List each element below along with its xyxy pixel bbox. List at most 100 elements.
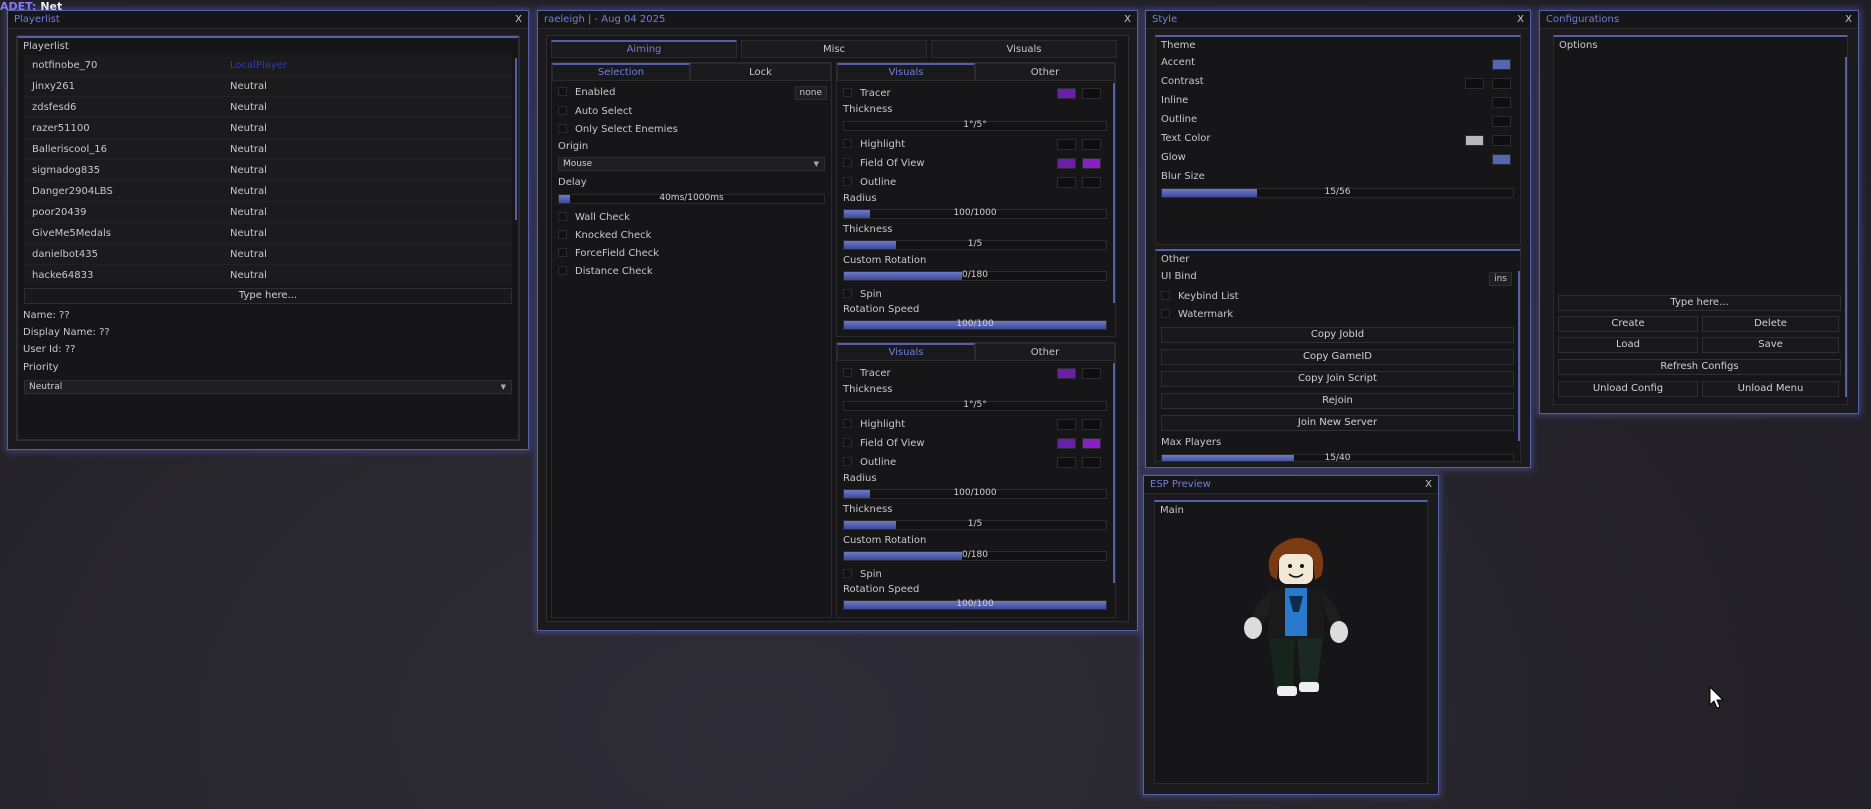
radius-slider[interactable]: 100/1000 bbox=[843, 208, 1107, 219]
accent-color-swatch[interactable] bbox=[1492, 59, 1511, 70]
outline-toggle[interactable]: Outline bbox=[843, 455, 896, 471]
checkbox[interactable] bbox=[1161, 290, 1170, 300]
fov-color-swatch[interactable] bbox=[1057, 158, 1076, 169]
rotation-slider[interactable]: 0/180 bbox=[843, 270, 1107, 281]
checkbox[interactable] bbox=[843, 288, 852, 298]
radius-slider[interactable]: 100/1000 bbox=[843, 488, 1107, 499]
copy-gameid-button[interactable]: Copy GameID bbox=[1161, 349, 1514, 365]
blur-slider[interactable]: 15/56 bbox=[1161, 187, 1514, 198]
create-button[interactable]: Create bbox=[1558, 316, 1698, 332]
contrast-color-swatch-2[interactable] bbox=[1492, 78, 1511, 89]
knocked-check-toggle[interactable]: Knocked Check bbox=[558, 228, 651, 244]
player-row[interactable]: GiveMe5Medals Neutral bbox=[24, 223, 512, 244]
tab-other[interactable]: Other bbox=[975, 343, 1115, 361]
text-color-swatch-2[interactable] bbox=[1492, 135, 1511, 146]
origin-dropdown[interactable]: Mouse ▼ bbox=[558, 157, 825, 171]
tracer-toggle[interactable]: Tracer bbox=[843, 86, 891, 102]
tracer-toggle[interactable]: Tracer bbox=[843, 366, 891, 382]
priority-dropdown[interactable]: Neutral ▼ bbox=[24, 380, 512, 394]
highlight-toggle[interactable]: Highlight bbox=[843, 417, 905, 433]
unload-config-button[interactable]: Unload Config bbox=[1558, 381, 1698, 397]
player-row[interactable]: Danger2904LBS Neutral bbox=[24, 181, 512, 202]
panel-scrollbar[interactable] bbox=[1113, 83, 1115, 303]
fov-toggle[interactable]: Field Of View bbox=[843, 436, 925, 452]
player-row[interactable]: Jinxy261 Neutral bbox=[24, 76, 512, 97]
checkbox[interactable] bbox=[558, 123, 567, 133]
watermark-toggle[interactable]: Watermark bbox=[1161, 307, 1233, 323]
esp-titlebar[interactable]: ESP Preview X bbox=[1144, 476, 1438, 494]
options-scrollbar[interactable] bbox=[1845, 57, 1847, 397]
checkbox[interactable] bbox=[843, 456, 852, 466]
tab-aiming[interactable]: Aiming bbox=[551, 40, 737, 58]
delete-button[interactable]: Delete bbox=[1702, 316, 1839, 332]
thickness2-slider[interactable]: 1/5 bbox=[843, 519, 1107, 530]
contrast-color-swatch-1[interactable] bbox=[1465, 78, 1484, 89]
checkbox[interactable] bbox=[843, 418, 852, 428]
save-button[interactable]: Save bbox=[1702, 337, 1839, 353]
configurations-titlebar[interactable]: Configurations X bbox=[1540, 11, 1858, 29]
distance-check-toggle[interactable]: Distance Check bbox=[558, 264, 653, 280]
checkbox[interactable] bbox=[558, 105, 567, 115]
forcefield-check-toggle[interactable]: ForceField Check bbox=[558, 246, 659, 262]
outline-toggle[interactable]: Outline bbox=[843, 175, 896, 191]
main-titlebar[interactable]: raeleigh | - Aug 04 2025 X bbox=[538, 11, 1137, 29]
checkbox[interactable] bbox=[843, 138, 852, 148]
auto-select-toggle[interactable]: Auto Select bbox=[558, 104, 632, 120]
rejoin-button[interactable]: Rejoin bbox=[1161, 393, 1514, 409]
speed-slider[interactable]: 100/100 bbox=[843, 319, 1107, 330]
spin-toggle[interactable]: Spin bbox=[843, 567, 882, 583]
tracer-color-swatch[interactable] bbox=[1057, 368, 1076, 379]
tab-visuals[interactable]: Visuals bbox=[931, 40, 1117, 58]
tab-selection[interactable]: Selection bbox=[552, 63, 690, 81]
checkbox[interactable] bbox=[843, 367, 852, 377]
player-row[interactable]: notfinobe_70 LocalPlayer bbox=[24, 55, 512, 76]
unload-menu-button[interactable]: Unload Menu bbox=[1702, 381, 1839, 397]
playerlist-titlebar[interactable]: Playerlist X bbox=[8, 11, 528, 29]
close-button[interactable]: X bbox=[1517, 11, 1524, 29]
glow-color-swatch[interactable] bbox=[1492, 154, 1511, 165]
close-button[interactable]: X bbox=[1845, 11, 1852, 29]
other-scrollbar[interactable] bbox=[1518, 271, 1520, 441]
checkbox[interactable] bbox=[843, 437, 852, 447]
max-players-slider[interactable]: 15/40 bbox=[1161, 453, 1514, 461]
player-row[interactable]: danielbot435 Neutral bbox=[24, 244, 512, 265]
only-enemies-toggle[interactable]: Only Select Enemies bbox=[558, 122, 678, 138]
thickness2-slider[interactable]: 1/5 bbox=[843, 239, 1107, 250]
enabled-toggle[interactable]: Enabled bbox=[558, 85, 615, 101]
checkbox[interactable] bbox=[1161, 308, 1170, 318]
player-row[interactable]: hacke64833 Neutral bbox=[24, 265, 512, 285]
checkbox[interactable] bbox=[558, 229, 567, 239]
checkbox[interactable] bbox=[843, 87, 852, 97]
refresh-configs-button[interactable]: Refresh Configs bbox=[1558, 359, 1841, 375]
tab-visuals[interactable]: Visuals bbox=[837, 63, 975, 81]
tab-other[interactable]: Other bbox=[975, 63, 1115, 81]
player-search-input[interactable]: Type here... bbox=[24, 288, 512, 304]
fov-outline-swatch[interactable] bbox=[1082, 438, 1101, 449]
speed-slider[interactable]: 100/100 bbox=[843, 599, 1107, 610]
thickness-slider[interactable]: 1°/5° bbox=[843, 120, 1107, 131]
outline-color-swatch[interactable] bbox=[1057, 177, 1076, 188]
highlight-toggle[interactable]: Highlight bbox=[843, 137, 905, 153]
config-name-input[interactable]: Type here... bbox=[1558, 295, 1841, 311]
highlight-outline-swatch[interactable] bbox=[1082, 139, 1101, 150]
highlight-color-swatch[interactable] bbox=[1057, 139, 1076, 150]
player-row[interactable]: razer51100 Neutral bbox=[24, 118, 512, 139]
close-button[interactable]: X bbox=[515, 11, 522, 29]
checkbox[interactable] bbox=[843, 176, 852, 186]
player-row[interactable]: zdsfesd6 Neutral bbox=[24, 97, 512, 118]
tracer-outline-swatch[interactable] bbox=[1082, 368, 1101, 379]
keybind-list-toggle[interactable]: Keybind List bbox=[1161, 289, 1239, 305]
tab-misc[interactable]: Misc bbox=[741, 40, 927, 58]
config-list[interactable] bbox=[1558, 57, 1841, 287]
player-row[interactable]: sigmadog835 Neutral bbox=[24, 160, 512, 181]
thickness-slider[interactable]: 1°/5° bbox=[843, 400, 1107, 411]
panel-scrollbar[interactable] bbox=[1113, 363, 1115, 583]
outline-outline-swatch[interactable] bbox=[1082, 457, 1101, 468]
wall-check-toggle[interactable]: Wall Check bbox=[558, 210, 630, 226]
checkbox[interactable] bbox=[558, 265, 567, 275]
inline-color-swatch[interactable] bbox=[1492, 97, 1511, 108]
join-new-server-button[interactable]: Join New Server bbox=[1161, 415, 1514, 431]
outline-color-swatch[interactable] bbox=[1057, 457, 1076, 468]
fov-outline-swatch[interactable] bbox=[1082, 158, 1101, 169]
close-button[interactable]: X bbox=[1425, 476, 1432, 494]
